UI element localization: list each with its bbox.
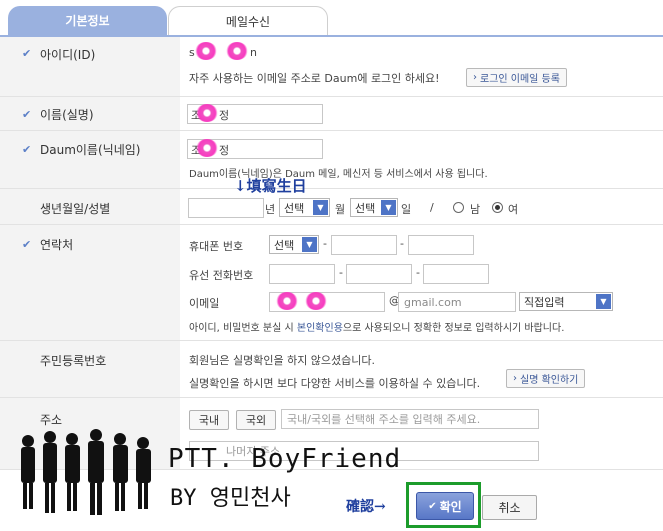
privacy-blur: [195, 42, 217, 60]
id-value-tail: n: [250, 46, 257, 59]
chevron-down-icon: ▼: [302, 237, 317, 252]
mobile-middle-field[interactable]: [331, 235, 397, 255]
birth-day-select[interactable]: 선택 ▼: [350, 198, 398, 217]
landline-area-field[interactable]: [269, 264, 335, 284]
landline-label: 유선 전화번호: [189, 269, 254, 282]
email-domain-field[interactable]: gmail.com: [398, 292, 516, 312]
birth-separator: /: [430, 201, 434, 214]
confirm-annotation: 確認→: [346, 499, 386, 515]
rrn-label: 주민등록번호: [40, 354, 107, 368]
row-divider: [0, 188, 663, 189]
mobile-prefix-select[interactable]: 선택 ▼: [269, 235, 319, 254]
gender-female-label: 여: [508, 203, 519, 216]
id-hint: 자주 사용하는 이메일 주소로 Daum에 로그인 하세요!: [189, 72, 440, 85]
overseas-button[interactable]: 국외: [236, 410, 276, 430]
required-check-icon: ✔: [22, 108, 32, 121]
month-suffix: 월: [335, 203, 346, 216]
birth-year-field[interactable]: [188, 198, 264, 218]
label-column: [0, 37, 180, 469]
check-icon: ✔: [428, 500, 437, 512]
chevron-down-icon: ▼: [313, 200, 328, 215]
group-silhouette-image: [21, 429, 151, 515]
tab-mail-receive[interactable]: 메일수신: [168, 6, 328, 35]
landline-middle-field[interactable]: [346, 264, 412, 284]
row-divider: [0, 397, 663, 398]
confirm-button[interactable]: ✔ 확인: [416, 492, 474, 520]
dash: -: [416, 266, 420, 279]
privacy-blur: [226, 42, 248, 60]
row-divider: [0, 130, 663, 131]
watermark-byline: BY 영민천사: [170, 486, 291, 511]
identity-verification-link[interactable]: 본인확인용: [297, 323, 343, 334]
address-field[interactable]: 국내/국외를 선택해 주소를 입력해 주세요.: [281, 409, 539, 429]
year-suffix: 년: [265, 203, 276, 216]
rrn-line1: 회원님은 실명확인을 하지 않으셨습니다.: [189, 354, 376, 367]
privacy-blur: [276, 292, 298, 310]
chevron-down-icon: ▼: [596, 294, 611, 309]
birth-month-select[interactable]: 선택 ▼: [279, 198, 330, 217]
required-check-icon: ✔: [22, 47, 32, 60]
real-name-verify-button[interactable]: › 실명 확인하기: [506, 369, 586, 388]
birth-annotation: ↓填寫生日: [234, 177, 307, 195]
privacy-blur: [305, 292, 327, 310]
tab-basic-info[interactable]: 기본정보: [8, 6, 167, 35]
name-label: 이름(실명): [40, 108, 94, 122]
dash: -: [400, 237, 404, 250]
row-divider: [0, 96, 663, 97]
email-label: 이메일: [189, 297, 220, 310]
privacy-blur: [196, 104, 218, 122]
required-check-icon: ✔: [22, 238, 32, 251]
contact-hint: 아이디, 비밀번호 분실 시 본인확인용으로 사용되오니 정확한 정보로 입력하…: [189, 323, 565, 334]
login-email-register-button[interactable]: › 로그인 이메일 등록: [466, 68, 567, 87]
address-label: 주소: [40, 413, 63, 427]
cancel-button[interactable]: 취소: [482, 495, 537, 520]
gender-male-radio[interactable]: [453, 202, 464, 213]
landline-last-field[interactable]: [423, 264, 489, 284]
contact-label: 연락처: [40, 238, 74, 252]
dash: -: [339, 266, 343, 279]
rrn-line2: 실명확인을 하시면 보다 다양한 서비스를 이용하실 수 있습니다.: [189, 377, 481, 390]
chevron-right-icon: ›: [473, 72, 477, 83]
id-label: 아이디(ID): [40, 48, 96, 62]
nickname-label: Daum이름(닉네임): [40, 143, 141, 157]
mobile-last-field[interactable]: [408, 235, 474, 255]
name-value-tail: 정: [219, 109, 230, 122]
gender-female-radio[interactable]: [492, 202, 503, 213]
mobile-label: 휴대폰 번호: [189, 240, 244, 253]
birth-label: 생년월일/성별: [40, 202, 111, 216]
domestic-button[interactable]: 국내: [189, 410, 229, 430]
row-divider: [0, 224, 663, 225]
email-domain-select[interactable]: 직접입력 ▼: [519, 292, 613, 311]
required-check-icon: ✔: [22, 143, 32, 156]
chevron-right-icon: ›: [513, 373, 517, 384]
gender-male-label: 남: [470, 203, 481, 216]
day-suffix: 일: [401, 203, 412, 216]
watermark-title: PTT. BoyFriend: [168, 444, 402, 474]
nickname-value-tail: 정: [219, 144, 230, 157]
privacy-blur: [196, 139, 218, 157]
chevron-down-icon: ▼: [381, 200, 396, 215]
id-value: s: [189, 46, 195, 59]
dash: -: [323, 237, 327, 250]
row-divider: [0, 340, 663, 341]
